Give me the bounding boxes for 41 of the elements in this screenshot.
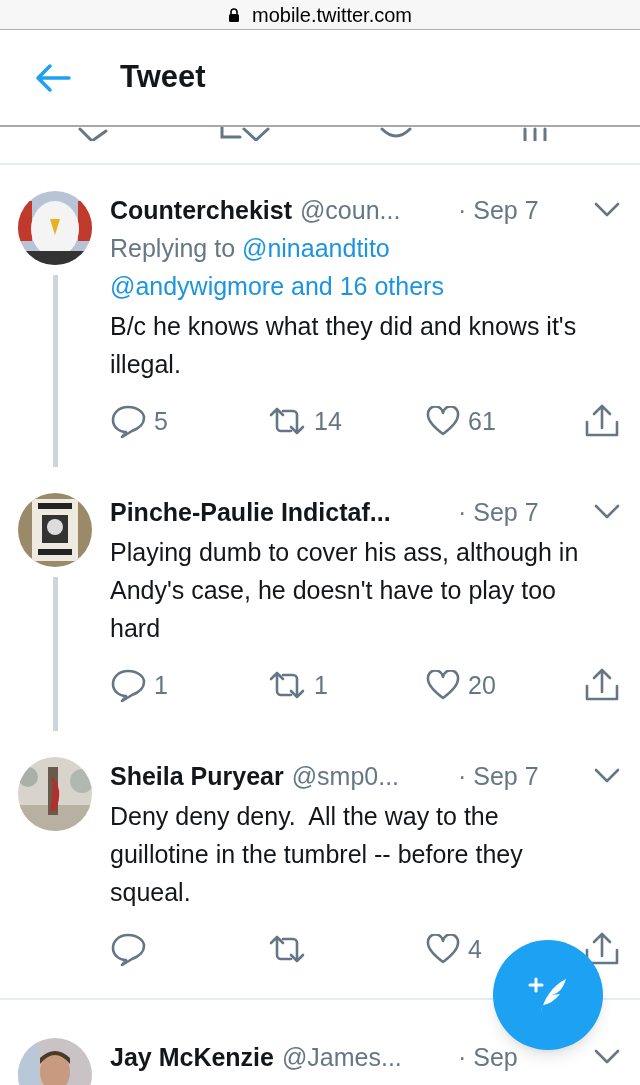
action-count: 1 (314, 670, 328, 701)
action-count: 61 (468, 406, 496, 437)
page-title: Tweet (120, 58, 206, 97)
action-count: 5 (154, 406, 168, 437)
heart-icon[interactable] (426, 406, 460, 436)
back-arrow-icon[interactable] (35, 62, 71, 93)
reply-icon[interactable] (110, 932, 146, 966)
tweet-date: · Sep (458, 1042, 519, 1073)
heart-icon[interactable] (426, 670, 460, 700)
author-handle[interactable]: @James... (281, 1038, 402, 1076)
author-handle[interactable]: @coun... (300, 191, 401, 229)
retweet-icon[interactable] (268, 934, 306, 964)
tweet-date: · Sep 7 (458, 761, 540, 792)
author-name[interactable]: Sheila Puryear (110, 757, 284, 795)
share-icon[interactable] (584, 668, 620, 702)
chevron-down-icon[interactable] (594, 202, 620, 218)
tweet-text: Deny deny deny. All the way to the guillotine in the tumbrel -- before they squeal. (110, 801, 524, 908)
chevron-down-icon[interactable] (594, 1049, 620, 1065)
retweet-icon[interactable] (268, 406, 306, 436)
action-count: 1 (154, 670, 168, 701)
tweet-text: B/c he knows what they did and knows it's illegal. (110, 311, 578, 380)
author-name[interactable]: Pinche-Paulie Indictaf... (110, 493, 391, 531)
action-count: 20 (468, 670, 496, 701)
author-name[interactable]: Jay McKenzie (110, 1038, 274, 1076)
tweet-text: Playing dumb to cover his ass, although in Andy's case, he doesn't have to play too hard (110, 537, 580, 644)
action-count: 14 (314, 406, 342, 437)
reply-icon[interactable] (110, 668, 146, 702)
author-handle[interactable]: @smp0... (291, 757, 400, 795)
tweet-date: · Sep 7 (458, 195, 540, 226)
heart-icon[interactable] (426, 934, 460, 964)
retweet-icon[interactable] (268, 670, 306, 700)
chevron-down-icon[interactable] (594, 768, 620, 784)
tweet-date: · Sep 7 (458, 497, 540, 528)
author-name[interactable]: Counterchekist (110, 191, 292, 229)
chevron-down-icon[interactable] (594, 504, 620, 520)
share-icon[interactable] (584, 932, 620, 966)
action-count: 4 (468, 934, 482, 965)
lock-icon (227, 7, 240, 22)
reply-icon[interactable] (110, 404, 146, 438)
share-icon[interactable] (584, 404, 620, 438)
replying-to-text: Replying to @ninaandtito @andywigmore and 16 others (110, 233, 445, 302)
